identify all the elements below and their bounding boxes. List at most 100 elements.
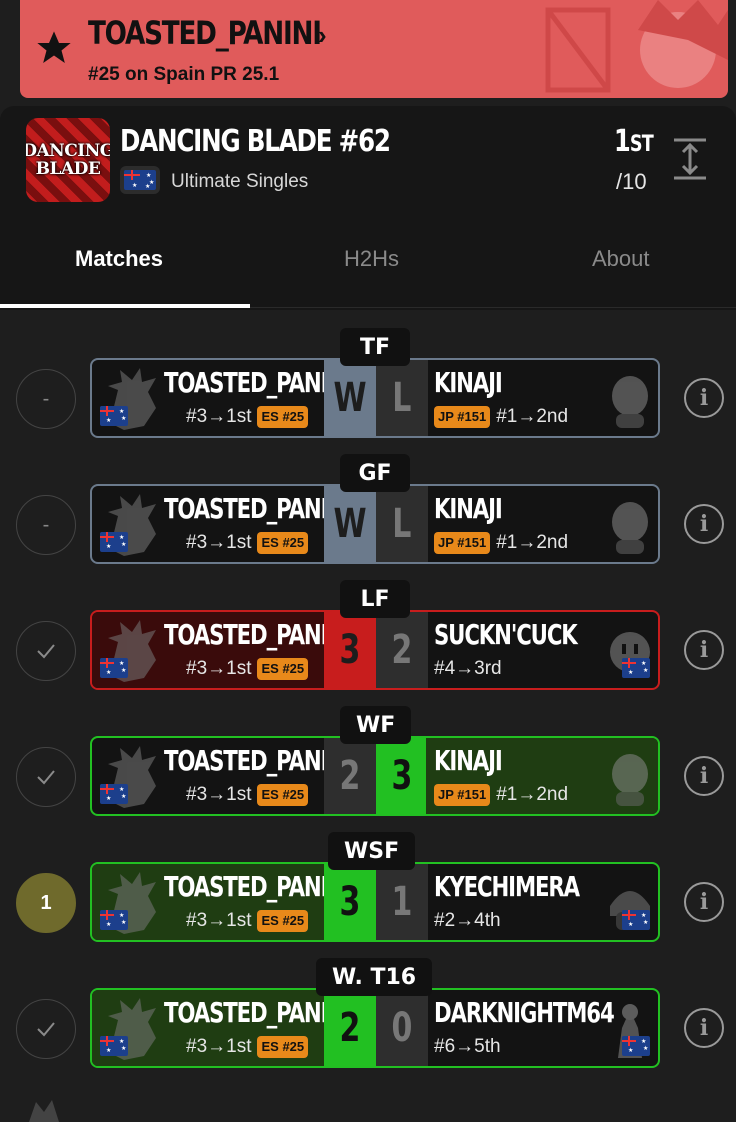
- ranking-badge: ES #25: [257, 910, 309, 932]
- character-avatar-icon: [29, 1100, 59, 1122]
- ranking-badge: ES #25: [257, 1036, 309, 1058]
- tournament-game: Ultimate Singles: [171, 171, 309, 192]
- match-card[interactable]: ★ ★ ★ TOASTED_PANI... #3→1st ES #25 2 3 KI…: [90, 736, 660, 816]
- right-player[interactable]: ★ ★ ★ KYECHIMERA #2→4th: [426, 864, 658, 940]
- check-icon: [37, 644, 55, 659]
- right-score: 3: [376, 738, 428, 814]
- left-player[interactable]: ★ ★ ★ TOASTED_PANI... #3→1st ES #25: [92, 360, 349, 436]
- round-label: TF: [340, 328, 410, 366]
- round-label: LF: [340, 580, 410, 618]
- left-player-seed: #3→1st ES #25: [186, 910, 309, 932]
- left-player[interactable]: ★ ★ ★ TOASTED_PANI... #3→1st ES #25: [92, 486, 349, 562]
- tab-h2hs[interactable]: H2Hs: [344, 246, 399, 272]
- left-player[interactable]: ★ ★ ★ TOASTED_PANI... #3→1st ES #25: [92, 864, 349, 940]
- right-player-seed: JP #151 #1→2nd: [434, 406, 568, 428]
- match-row[interactable]: - ★ ★ ★ TOASTED_PANI... #3→1st ES #25 W L …: [0, 454, 736, 568]
- info-icon[interactable]: i: [684, 504, 724, 544]
- right-player-seed: #6→5th: [434, 1036, 501, 1057]
- left-score: 2: [324, 990, 376, 1066]
- round-label: W. T16: [316, 958, 433, 996]
- right-player[interactable]: KINAJI JP #151 #1→2nd: [426, 738, 658, 814]
- check-icon: [37, 770, 55, 785]
- match-row[interactable]: - ★ ★ ★ TOASTED_PANI... #3→1st ES #25 W L …: [0, 328, 736, 442]
- right-player-name: KINAJI: [434, 744, 503, 777]
- ranking-badge: ES #25: [257, 532, 309, 554]
- au-flag-icon: ★ ★ ★: [100, 784, 128, 804]
- player-banner[interactable]: TOASTED_PANINI › #25 on Spain PR 25.1: [20, 0, 728, 98]
- total-entrants: /10: [616, 169, 647, 194]
- left-player-name: TOASTED_PANI...: [164, 744, 349, 777]
- match-card[interactable]: ★ ★ ★ TOASTED_PANI... #3→1st ES #25 W L KI…: [90, 358, 660, 438]
- left-player-name: TOASTED_PANI...: [164, 366, 349, 399]
- tournament-name[interactable]: DANCING BLADE #62: [120, 124, 391, 159]
- tab-about[interactable]: About: [592, 246, 650, 272]
- info-icon[interactable]: i: [684, 1008, 724, 1048]
- match-card[interactable]: ★ ★ ★ TOASTED_PANI... #3→1st ES #25 3 2 ★ ★…: [90, 610, 660, 690]
- match-card[interactable]: ★ ★ ★ TOASTED_PANI... #3→1st ES #25 2 0 ★ ★…: [90, 988, 660, 1068]
- match-card[interactable]: ★ ★ ★ TOASTED_PANI... #3→1st ES #25 W L KI…: [90, 484, 660, 564]
- au-flag-icon: ★ ★ ★ ★: [124, 170, 156, 190]
- left-player-name: TOASTED_PANI...: [164, 492, 349, 525]
- au-flag-icon: ★ ★ ★: [622, 658, 650, 678]
- left-player[interactable]: ★ ★ ★ TOASTED_PANI... #3→1st ES #25: [92, 990, 349, 1066]
- match-card[interactable]: ★ ★ ★ TOASTED_PANI... #3→1st ES #25 3 1 ★ ★…: [90, 862, 660, 942]
- info-icon[interactable]: i: [684, 882, 724, 922]
- au-flag-icon: ★ ★ ★: [622, 1036, 650, 1056]
- match-row[interactable]: ★ ★ ★ TOASTED_PANI... #3→1st ES #25 2 3 KI…: [0, 706, 736, 820]
- right-score: 1: [376, 864, 428, 940]
- tab-matches[interactable]: Matches: [75, 246, 163, 272]
- au-flag-icon: ★ ★ ★: [100, 532, 128, 552]
- ranking-badge: ES #25: [257, 406, 309, 428]
- left-player[interactable]: ★ ★ ★ TOASTED_PANI... #3→1st ES #25: [92, 738, 349, 814]
- match-status-circle[interactable]: -: [16, 369, 76, 429]
- right-score: 2: [376, 612, 428, 688]
- left-player[interactable]: ★ ★ ★ TOASTED_PANI... #3→1st ES #25: [92, 612, 349, 688]
- placement: 1ST: [614, 124, 654, 159]
- info-icon[interactable]: i: [684, 756, 724, 796]
- round-label: WF: [340, 706, 412, 744]
- right-player[interactable]: KINAJI JP #151 #1→2nd: [426, 360, 658, 436]
- left-player-seed: #3→1st ES #25: [186, 532, 309, 554]
- left-score: 2: [324, 738, 376, 814]
- match-row[interactable]: ★ ★ ★ TOASTED_PANI... #3→1st ES #25 2 0 ★ ★…: [0, 958, 736, 1072]
- left-score: 3: [324, 612, 376, 688]
- star-icon: [37, 31, 71, 63]
- tournament-logo: DANCING BLADE: [26, 118, 110, 202]
- ranking-badge: JP #151: [434, 784, 491, 806]
- ranking-badge: ES #25: [257, 658, 309, 680]
- right-score: 0: [376, 990, 428, 1066]
- match-row[interactable]: ★ ★ ★ TOASTED_PANI... #3→1st ES #25 3 2 ★ ★…: [0, 580, 736, 694]
- match-status-circle[interactable]: -: [16, 495, 76, 555]
- info-icon[interactable]: i: [684, 378, 724, 418]
- match-status-circle[interactable]: [16, 621, 76, 681]
- right-player-name: SUCKN'CUCK: [434, 618, 578, 651]
- left-player-name: TOASTED_PANI...: [164, 618, 349, 651]
- au-flag-icon: ★ ★ ★: [100, 1036, 128, 1056]
- right-player-name: KINAJI: [434, 366, 503, 399]
- right-score: L: [376, 360, 428, 436]
- au-flag-icon: ★ ★ ★: [100, 910, 128, 930]
- right-player-seed: JP #151 #1→2nd: [434, 532, 568, 554]
- character-icon: [612, 502, 648, 554]
- left-score: 3: [324, 864, 376, 940]
- right-player-seed: JP #151 #1→2nd: [434, 784, 568, 806]
- ranking-badge: ES #25: [257, 784, 309, 806]
- right-player[interactable]: ★ ★ ★ SUCKN'CUCK #4→3rd: [426, 612, 658, 688]
- left-player-seed: #3→1st ES #25: [186, 784, 309, 806]
- left-player-seed: #3→1st ES #25: [186, 1036, 309, 1058]
- right-player[interactable]: ★ ★ ★ DARKNIGHTM64 #6→5th: [426, 990, 658, 1066]
- info-icon[interactable]: i: [684, 630, 724, 670]
- right-player[interactable]: KINAJI JP #151 #1→2nd: [426, 486, 658, 562]
- expand-icon[interactable]: [672, 137, 708, 181]
- left-player-seed: #3→1st ES #25: [186, 406, 309, 428]
- match-status-circle[interactable]: 1: [16, 873, 76, 933]
- left-player-seed: #3→1st ES #25: [186, 658, 309, 680]
- right-player-name: KINAJI: [434, 492, 503, 525]
- right-player-seed: #2→4th: [434, 910, 501, 931]
- round-label: GF: [340, 454, 410, 492]
- match-row[interactable]: 1 ★ ★ ★ TOASTED_PANI... #3→1st ES #25 3 1 …: [0, 832, 736, 946]
- match-status-circle[interactable]: [16, 999, 76, 1059]
- round-label: WSF: [328, 832, 416, 870]
- check-icon: [37, 1022, 55, 1037]
- match-status-circle[interactable]: [16, 747, 76, 807]
